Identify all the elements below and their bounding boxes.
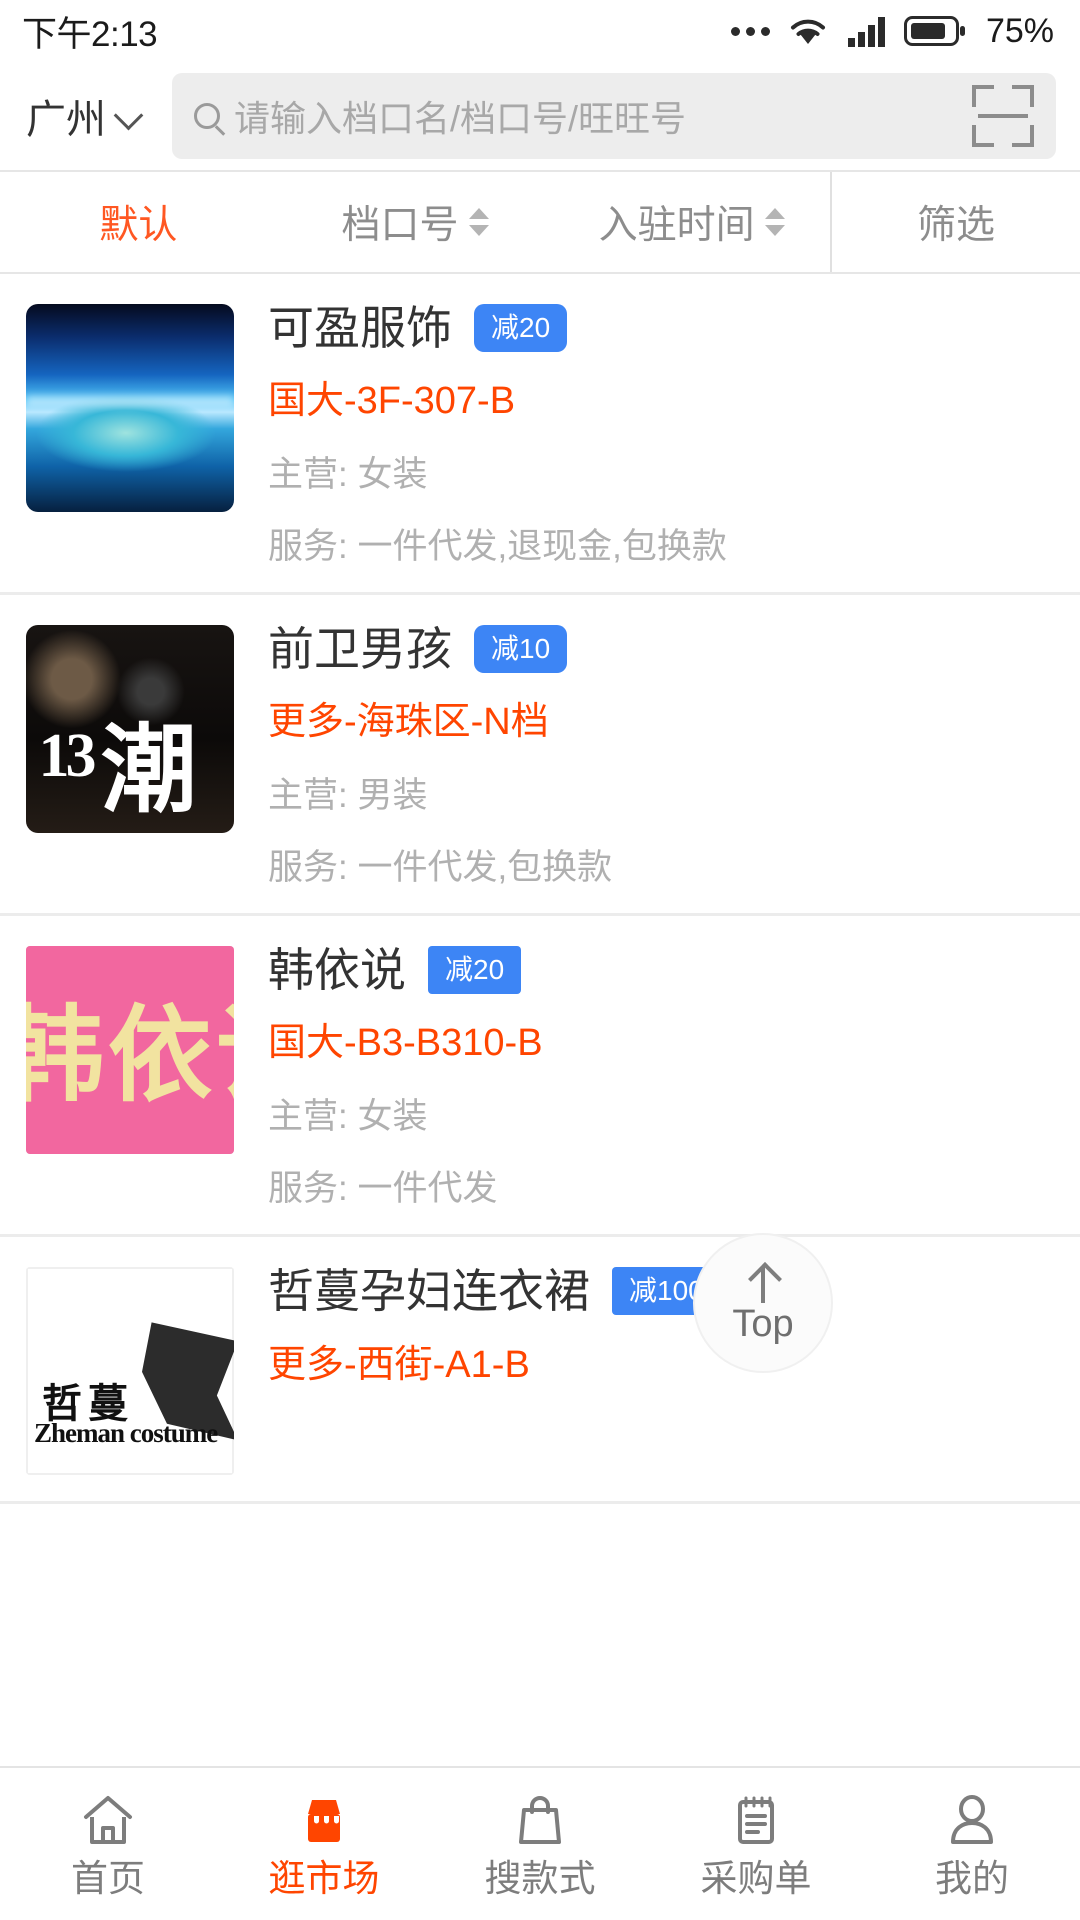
shop-name: 哲蔓孕妇连衣裙 (268, 1265, 590, 1318)
shop-services: 服务: 一件代发,退现金,包换款 (268, 526, 727, 566)
status-bar: 下午2:13 75% (0, 0, 1080, 62)
scan-qr-icon[interactable] (972, 85, 1034, 147)
shop-icon (296, 1792, 352, 1848)
tab-purchase-order[interactable]: 采购单 (648, 1768, 864, 1920)
city-selector[interactable]: 广州 (26, 87, 148, 145)
shop-info: 韩依说 减20 国大-B3-B310-B 主营: 女装 服务: 一件代发 (268, 946, 1054, 1208)
stall-number: 更多-西街-A1-B (268, 1343, 530, 1386)
shop-thumbnail[interactable]: 韩依说 (26, 946, 234, 1155)
scroll-to-top-label: Top (732, 1303, 794, 1345)
shop-name: 前卫男孩 (268, 623, 452, 676)
island-aerial-photo (26, 304, 234, 512)
thumbnail-text-brand: 韩依说 (26, 998, 234, 1115)
tab-mine-label: 我的 (935, 1857, 1009, 1899)
tab-home[interactable]: 首页 (0, 1768, 216, 1920)
shop-services: 服务: 一件代发 (268, 1168, 498, 1208)
tab-search-styles[interactable]: 搜款式 (432, 1768, 648, 1920)
shop-thumbnail[interactable]: 哲蔓 Zheman costume (26, 1267, 234, 1476)
list-item[interactable]: 哲蔓 Zheman costume 哲蔓孕妇连衣裙 减100 更多-西街-A1-… (0, 1237, 1080, 1505)
list-item[interactable]: 可盈服饰 减20 国大-3F-307-B 主营: 女装 服务: 一件代发,退现金… (0, 274, 1080, 596)
cellular-signal-icon (847, 17, 885, 47)
list-item[interactable]: 韩依说 韩依说 减20 国大-B3-B310-B 主营: 女装 服务: 一件代发 (0, 916, 1080, 1238)
status-indicators: 75% (730, 11, 1054, 51)
arrow-up-icon (746, 1263, 780, 1303)
shop-info: 可盈服饰 减20 国大-3F-307-B 主营: 女装 服务: 一件代发,退现金… (268, 304, 1054, 566)
zheman-costume-logo: 哲蔓 Zheman costume (26, 1267, 234, 1476)
discount-badge: 减20 (474, 304, 568, 353)
sort-tab-join-time-label: 入驻时间 (598, 204, 755, 247)
home-icon (80, 1792, 136, 1848)
wifi-icon (790, 19, 825, 44)
sort-tab-stall-number[interactable]: 档口号 (277, 172, 554, 272)
shop-category: 主营: 女装 (268, 455, 428, 495)
sort-arrows-icon (764, 208, 785, 236)
shop-info: 哲蔓孕妇连衣裙 减100 更多-西街-A1-B (268, 1267, 1054, 1475)
sort-tab-join-time[interactable]: 入驻时间 (553, 172, 830, 272)
tab-home-label: 首页 (71, 1857, 145, 1899)
scroll-to-top-button[interactable]: Top (693, 1233, 833, 1373)
shop-title-row: 韩依说 减20 (268, 946, 1054, 994)
discount-badge: 减20 (428, 946, 522, 995)
filter-button[interactable]: 筛选 (830, 172, 1080, 272)
clipboard-icon (728, 1792, 784, 1848)
shop-thumbnail[interactable]: 13 潮 (26, 625, 234, 834)
thumbnail-text-char: 潮 (100, 717, 197, 825)
search-header: 广州 请输入档口名/档口号/旺旺号 (0, 62, 1080, 170)
tab-purchase-order-label: 采购单 (700, 1857, 812, 1899)
tab-market-label: 逛市场 (268, 1857, 380, 1899)
shop-thumbnail[interactable] (26, 304, 234, 512)
shop-category: 主营: 男装 (268, 776, 428, 816)
sort-arrows-icon (468, 208, 489, 236)
city-label: 广州 (26, 98, 106, 142)
search-icon (194, 103, 220, 129)
status-time: 下午2:13 (22, 14, 158, 54)
sort-tab-default[interactable]: 默认 (0, 172, 277, 272)
pink-brand-logo: 韩依说 (26, 946, 234, 1155)
streetwear-boys-photo: 13 潮 (26, 625, 234, 834)
shop-name: 韩依说 (268, 944, 406, 997)
list-item[interactable]: 13 潮 前卫男孩 减10 更多-海珠区-N档 主营: 男装 服务: 一件代发,… (0, 595, 1080, 917)
shop-title-row: 哲蔓孕妇连衣裙 减100 (268, 1265, 1054, 1318)
stall-number: 更多-海珠区-N档 (268, 701, 549, 744)
sort-tab-stall-number-label: 档口号 (341, 204, 459, 247)
more-dots-icon (730, 26, 770, 36)
tab-market[interactable]: 逛市场 (216, 1768, 432, 1920)
tab-mine[interactable]: 我的 (864, 1768, 1080, 1920)
shop-services: 服务: 一件代发,包换款 (268, 847, 613, 887)
filter-button-label: 筛选 (917, 204, 996, 247)
shop-list: 可盈服饰 减20 国大-3F-307-B 主营: 女装 服务: 一件代发,退现金… (0, 274, 1080, 1505)
battery-percent: 75% (985, 11, 1054, 50)
bottom-tab-bar: 首页 逛市场 搜款式 采购单 我的 (0, 1766, 1080, 1920)
thumbnail-text-number: 13 (38, 721, 96, 790)
tab-search-styles-label: 搜款式 (484, 1857, 596, 1899)
sort-tab-default-label: 默认 (99, 204, 178, 247)
discount-badge: 减10 (474, 625, 568, 674)
shop-name: 可盈服饰 (268, 302, 452, 354)
search-input[interactable]: 请输入档口名/档口号/旺旺号 (172, 73, 1056, 159)
sort-filter-bar: 默认 档口号 入驻时间 筛选 (0, 170, 1080, 274)
stall-number: 国大-3F-307-B (268, 380, 516, 423)
shop-title-row: 前卫男孩 减10 (268, 625, 1054, 673)
shop-category: 主营: 女装 (268, 1097, 428, 1137)
user-icon (944, 1792, 1000, 1848)
stall-number: 国大-B3-B310-B (268, 1022, 543, 1065)
chevron-down-icon (116, 103, 142, 129)
bag-icon (512, 1792, 568, 1848)
shop-title-row: 可盈服饰 减20 (268, 304, 1054, 352)
thumbnail-text-brand-en: Zheman costume (34, 1418, 218, 1449)
battery-icon (903, 16, 965, 46)
search-placeholder: 请输入档口名/档口号/旺旺号 (234, 98, 687, 139)
shop-info: 前卫男孩 减10 更多-海珠区-N档 主营: 男装 服务: 一件代发,包换款 (268, 625, 1054, 887)
